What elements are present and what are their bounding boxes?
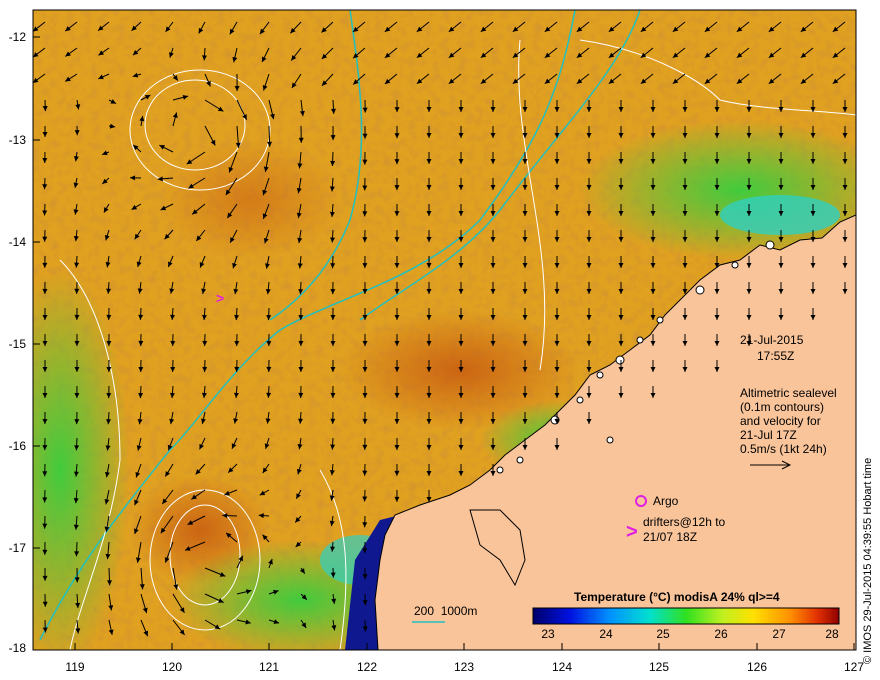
drifter-marker-legend: > [626,521,638,543]
bathymetry-label: 200 1000m [414,604,478,618]
colorbar-tick: 25 [656,627,670,641]
colorbar-tick: 27 [772,627,786,641]
x-tick: 124 [551,660,573,674]
imos-credit: © IMOS 29-Jul-2015 04:39:55 Hobart time [862,457,874,664]
y-tick: -14 [8,235,26,249]
y-tick: -18 [8,641,26,655]
colorbar-tick: 28 [825,627,839,641]
map-time: 17:55Z [757,349,795,363]
argo-label: Argo [653,494,679,508]
y-tick: -12 [8,30,26,44]
altimetry-line: Altimetric sealevel [740,386,837,400]
y-tick: -13 [8,133,26,147]
x-tick: 120 [161,660,183,674]
drifter-label: 21/07 18Z [643,530,698,544]
altimetry-line: and velocity for [740,414,821,428]
altimetry-line: 21-Jul 17Z [740,428,797,442]
altimetry-line: (0.1m contours) [740,400,825,414]
colorbar-title: Temperature (°C) modisA 24% ql>=4 [574,590,780,604]
colorbar [532,607,840,625]
colorbar-tick: 24 [599,627,613,641]
colorbar-tick: 26 [714,627,728,641]
altimetry-line: 0.5m/s (1kt 24h) [740,442,827,456]
y-tick: -15 [8,337,26,351]
x-tick: 122 [356,660,378,674]
x-tick: 126 [746,660,768,674]
drifter-marker-map: > [216,290,224,306]
y-tick: -16 [8,439,26,453]
x-tick: 119 [65,660,85,674]
map-date: 21-Jul-2015 [740,333,804,347]
y-tick: -17 [8,541,26,555]
warm-core-northwest [160,140,340,260]
x-tick: 125 [648,660,670,674]
cyan-patch-east [720,195,840,235]
drifter-label: drifters@12h to [643,515,726,529]
x-tick: 121 [258,660,280,674]
x-tick: 123 [453,660,475,674]
colorbar-tick: 23 [541,627,555,641]
